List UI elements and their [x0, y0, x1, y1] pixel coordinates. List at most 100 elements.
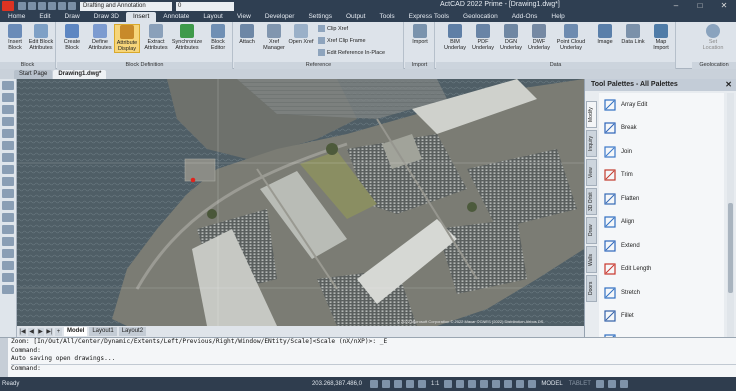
palette-tool-chamfer[interactable]: Chamfer — [599, 328, 724, 337]
hatch-icon[interactable] — [2, 177, 14, 186]
clip-xref-button[interactable]: Clip Xref — [318, 25, 348, 32]
grid-icon[interactable] — [382, 380, 390, 388]
palette-tab-view[interactable]: View — [586, 159, 597, 186]
palette-tool-trim[interactable]: Trim — [599, 164, 724, 188]
palette-tab-draw-order[interactable]: Draw Order — [586, 217, 597, 244]
import-button[interactable]: Import — [407, 24, 433, 45]
palette-tab-modify[interactable]: Modify — [586, 101, 597, 128]
palette-tab-walls[interactable]: Walls — [586, 246, 597, 273]
drawing-canvas[interactable]: © 2022 Microsoft Corporation © 2022 Maxa… — [17, 79, 584, 326]
pdf-underlay-button[interactable]: PDF Underlay — [470, 24, 496, 51]
undo-icon[interactable] — [58, 2, 66, 10]
close-button[interactable]: ✕ — [712, 0, 736, 12]
map-import-button[interactable]: Map Import — [648, 24, 674, 51]
create-block-button[interactable]: Create Block — [59, 24, 85, 51]
palette-tab-doors[interactable]: Doors — [586, 275, 597, 302]
revision-cloud-icon[interactable] — [2, 261, 14, 270]
save-icon[interactable] — [38, 2, 46, 10]
tab-model[interactable]: Model — [64, 327, 88, 336]
dwf-underlay-button[interactable]: DWF Underlay — [526, 24, 552, 51]
open-xref-button[interactable]: Open Xref — [288, 24, 314, 45]
edit-reference-button[interactable]: Edit Reference In-Place — [318, 49, 385, 56]
point-icon[interactable] — [2, 201, 14, 210]
palette-tool-stretch[interactable]: Stretch — [599, 281, 724, 305]
tab-express-tools[interactable]: Express Tools — [402, 12, 456, 22]
command-line-grip[interactable] — [0, 338, 8, 378]
region-icon[interactable] — [2, 213, 14, 222]
image-button[interactable]: Image — [592, 24, 618, 45]
tab-output[interactable]: Output — [339, 12, 373, 22]
tab-add-ons[interactable]: Add-Ons — [505, 12, 545, 22]
print-icon[interactable] — [48, 2, 56, 10]
palette-tool-join[interactable]: Join — [599, 140, 724, 164]
point-cloud-underlay-button[interactable]: Point Cloud Underlay — [556, 24, 586, 51]
snap-icon[interactable] — [370, 380, 378, 388]
model-space-toggle[interactable]: MODEL — [541, 381, 562, 387]
tab-start-page[interactable]: Start Page — [14, 70, 53, 79]
tab-layout[interactable]: Layout — [196, 12, 230, 22]
tab-view[interactable]: View — [230, 12, 258, 22]
quick-properties-icon[interactable] — [468, 380, 477, 388]
gradient-icon[interactable] — [2, 285, 14, 294]
tab-draw[interactable]: Draw — [58, 12, 87, 22]
insert-block-button[interactable]: Insert Block — [2, 24, 28, 51]
new-icon[interactable] — [18, 2, 26, 10]
palette-tool-align[interactable]: Align — [599, 211, 724, 235]
attach-button[interactable]: Attach — [234, 24, 260, 45]
donut-icon[interactable] — [2, 225, 14, 234]
palette-tab-3d-orbit[interactable]: 3D Orbit — [586, 188, 597, 215]
tab-drawing1[interactable]: Drawing1.dwg* — [53, 70, 107, 79]
tab-draw-3d[interactable]: Draw 3D — [87, 12, 126, 22]
arc-icon[interactable] — [2, 105, 14, 114]
palette-scroll-thumb[interactable] — [728, 203, 733, 293]
last-layout-icon[interactable]: ▶| — [46, 327, 53, 336]
3d-osnap-icon[interactable] — [492, 380, 501, 388]
polygon-icon[interactable] — [2, 141, 14, 150]
minimize-button[interactable]: – — [664, 0, 688, 12]
palette-tab-inquiry[interactable]: Inquiry — [586, 130, 597, 157]
tab-settings[interactable]: Settings — [301, 12, 339, 22]
esnap-icon[interactable] — [418, 380, 426, 388]
palette-scrollbar[interactable] — [727, 93, 734, 337]
palette-tool-flatten[interactable]: Flatten — [599, 187, 724, 211]
spline-icon[interactable] — [2, 165, 14, 174]
text-icon[interactable] — [2, 189, 14, 198]
circle-icon[interactable] — [2, 117, 14, 126]
app-logo-icon[interactable] — [2, 1, 14, 11]
line-icon[interactable] — [2, 81, 14, 90]
prev-layout-icon[interactable]: ◀ — [28, 327, 35, 336]
dgn-underlay-button[interactable]: DGN Underlay — [498, 24, 524, 51]
tab-help[interactable]: Help — [544, 12, 571, 22]
ortho-icon[interactable] — [394, 380, 402, 388]
redo-icon[interactable] — [68, 2, 76, 10]
block-icon[interactable] — [2, 249, 14, 258]
palette-tool-fillet[interactable]: Fillet — [599, 305, 724, 329]
workspace-icon[interactable] — [595, 380, 604, 388]
tab-home[interactable]: Home — [1, 12, 32, 22]
rectangle-icon[interactable] — [2, 129, 14, 138]
palette-tool-edit-length[interactable]: Edit Length — [599, 258, 724, 282]
edit-block-attributes-button[interactable]: Edit Block Attributes — [28, 24, 54, 51]
set-location-button[interactable]: Set Location — [700, 24, 726, 51]
clean-screen-icon[interactable] — [619, 380, 628, 388]
tab-tools[interactable]: Tools — [372, 12, 401, 22]
tab-layout1[interactable]: Layout1 — [89, 327, 117, 336]
xref-manager-button[interactable]: Xref Manager — [261, 24, 287, 51]
attribute-display-button[interactable]: Attribute Display — [114, 24, 140, 53]
wipeout-icon[interactable] — [2, 273, 14, 282]
tablet-toggle[interactable]: TABLET — [569, 381, 591, 387]
first-layout-icon[interactable]: |◀ — [19, 327, 26, 336]
palette-tool-array-edit[interactable]: Array Edit — [599, 93, 724, 117]
lineweight-icon[interactable] — [444, 380, 453, 388]
tab-annotate[interactable]: Annotate — [156, 12, 196, 22]
dynamic-input-icon[interactable] — [456, 380, 465, 388]
extract-attributes-button[interactable]: Extract Attributes — [143, 24, 169, 51]
block-editor-button[interactable]: Block Editor — [205, 24, 231, 51]
tab-developer[interactable]: Developer — [258, 12, 302, 22]
transparency-icon[interactable] — [516, 380, 525, 388]
table-icon[interactable] — [2, 237, 14, 246]
annotation-scale[interactable]: 1:1 — [431, 381, 439, 387]
palette-tool-extend[interactable]: Extend — [599, 234, 724, 258]
bim-underlay-button[interactable]: BIM Underlay — [442, 24, 468, 51]
xref-clip-frame-button[interactable]: Xref Clip Frame — [318, 37, 366, 44]
